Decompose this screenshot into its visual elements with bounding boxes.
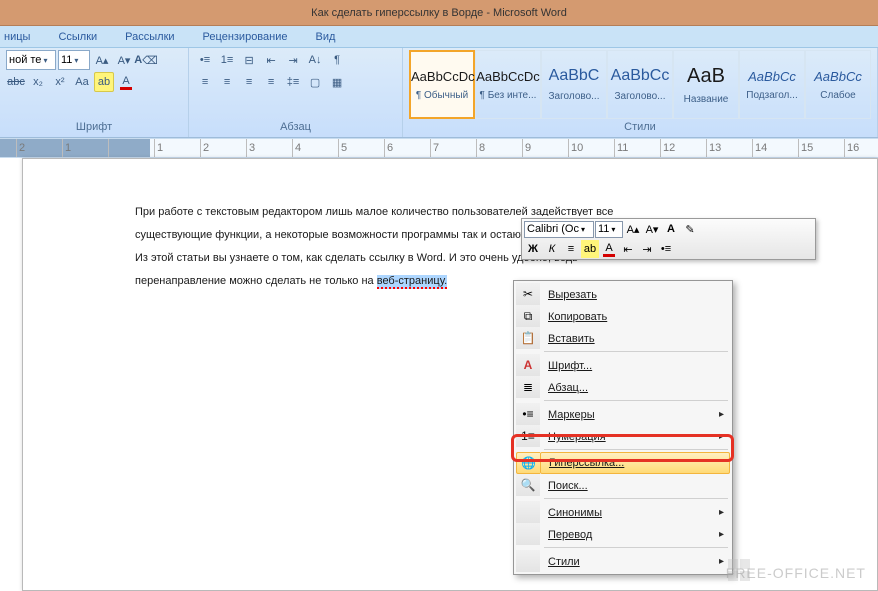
mini-dec-indent[interactable]: ⇤ [619, 240, 637, 258]
ribbon: ной те 11 A▴ A▾ A⌫ abc x₂ x² Aa ab A Шри… [0, 48, 878, 138]
ribbon-tabs: ницы Ссылки Рассылки Рецензирование Вид [0, 26, 878, 48]
style-item[interactable]: AaBbCЗаголово... [541, 50, 607, 119]
strike-button[interactable]: abc [6, 72, 26, 92]
style-item[interactable]: AaBbCcСлабое [805, 50, 871, 119]
cm-hyperlink[interactable]: 🌐Гиперссылка... [516, 452, 730, 474]
mini-styles[interactable]: A [662, 220, 680, 238]
doc-line-4: перенаправление можно сделать не только … [135, 270, 849, 293]
grow-font-button[interactable]: A▴ [92, 50, 112, 70]
style-item[interactable]: AaBbCcDc¶ Без инте... [475, 50, 541, 119]
style-item[interactable]: AaBbCcПодзагол... [739, 50, 805, 119]
window-title: Как сделать гиперссылку в Ворде - Micros… [311, 7, 567, 19]
numbering-button[interactable]: 1≡ [217, 50, 237, 70]
cm-synonyms[interactable]: Синонимы [516, 501, 730, 523]
align-justify-button[interactable]: ≡ [261, 72, 281, 92]
mini-grow-font[interactable]: A▴ [624, 220, 642, 238]
inc-indent-button[interactable]: ⇥ [283, 50, 303, 70]
dec-indent-button[interactable]: ⇤ [261, 50, 281, 70]
shrink-font-button[interactable]: A▾ [114, 50, 134, 70]
mini-format-painter[interactable]: ✎ [681, 220, 699, 238]
borders-button[interactable]: ▦ [327, 72, 347, 92]
watermark: FREE-OFFICE.NET [726, 565, 866, 581]
styles-gallery[interactable]: AaBbCcDc¶ ОбычныйAaBbCcDc¶ Без инте...Aa… [409, 50, 871, 119]
font-size-select[interactable]: 11 [58, 50, 90, 70]
font-group-label: Шрифт [6, 119, 182, 137]
multilevel-button[interactable]: ⊟ [239, 50, 259, 70]
tab-review[interactable]: Рецензирование [203, 31, 288, 43]
cm-copy[interactable]: ⧉Копировать [516, 305, 730, 327]
paragraph-group-label: Абзац [195, 119, 396, 137]
tab-mailings[interactable]: Рассылки [125, 31, 174, 43]
mini-font-size[interactable]: 11 [595, 221, 623, 238]
mini-highlight[interactable]: ab [581, 240, 599, 258]
cm-translate[interactable]: Перевод [516, 523, 730, 545]
align-right-button[interactable]: ≡ [239, 72, 259, 92]
horizontal-ruler[interactable]: 3211234567891011121314151617 [0, 138, 878, 158]
styles-group-label: Стили [409, 119, 871, 137]
highlight-button[interactable]: ab [94, 72, 114, 92]
mini-font-family[interactable]: Calibri (Ос [524, 221, 594, 238]
sort-button[interactable]: A↓ [305, 50, 325, 70]
mini-font-color[interactable]: A [600, 240, 618, 258]
cm-numbering[interactable]: 1≡Нумерация [516, 425, 730, 447]
selected-text[interactable]: веб-страницу. [377, 275, 447, 289]
style-item[interactable]: AaBbCcDc¶ Обычный [409, 50, 475, 119]
mini-bullets[interactable]: •≡ [657, 240, 675, 258]
cm-font[interactable]: AШрифт... [516, 354, 730, 376]
tab-pages[interactable]: ницы [4, 31, 30, 43]
cm-cut[interactable]: ✂Вырезать [516, 283, 730, 305]
title-bar: Как сделать гиперссылку в Ворде - Micros… [0, 0, 878, 26]
font-color-button[interactable]: A [116, 72, 136, 92]
cm-paste[interactable]: 📋Вставить [516, 327, 730, 349]
show-marks-button[interactable]: ¶ [327, 50, 347, 70]
style-item[interactable]: АаВНазвание [673, 50, 739, 119]
font-family-select[interactable]: ной те [6, 50, 56, 70]
cm-paragraph[interactable]: ≣Абзац... [516, 376, 730, 398]
subscript-button[interactable]: x₂ [28, 72, 48, 92]
align-left-button[interactable]: ≡ [195, 72, 215, 92]
change-case-button[interactable]: Aa [72, 72, 92, 92]
style-item[interactable]: AaBbCcЗаголово... [607, 50, 673, 119]
shading-button[interactable]: ▢ [305, 72, 325, 92]
mini-bold[interactable]: Ж [524, 240, 542, 258]
mini-toolbar: Calibri (Ос 11 A▴ A▾ A ✎ Ж К ≡ ab A ⇤ ⇥ … [521, 218, 816, 260]
mini-inc-indent[interactable]: ⇥ [638, 240, 656, 258]
line-spacing-button[interactable]: ‡≡ [283, 72, 303, 92]
mini-italic[interactable]: К [543, 240, 561, 258]
superscript-button[interactable]: x² [50, 72, 70, 92]
mini-align[interactable]: ≡ [562, 240, 580, 258]
context-menu: ✂Вырезать ⧉Копировать 📋Вставить AШрифт..… [513, 280, 733, 575]
bullets-button[interactable]: •≡ [195, 50, 215, 70]
cm-find[interactable]: 🔍Поиск... [516, 474, 730, 496]
mini-shrink-font[interactable]: A▾ [643, 220, 661, 238]
cm-styles[interactable]: Стили [516, 550, 730, 572]
tab-references[interactable]: Ссылки [58, 31, 97, 43]
cm-bullets[interactable]: •≡Маркеры [516, 403, 730, 425]
align-center-button[interactable]: ≡ [217, 72, 237, 92]
tab-view[interactable]: Вид [316, 31, 336, 43]
clear-format-button[interactable]: A⌫ [136, 50, 156, 70]
